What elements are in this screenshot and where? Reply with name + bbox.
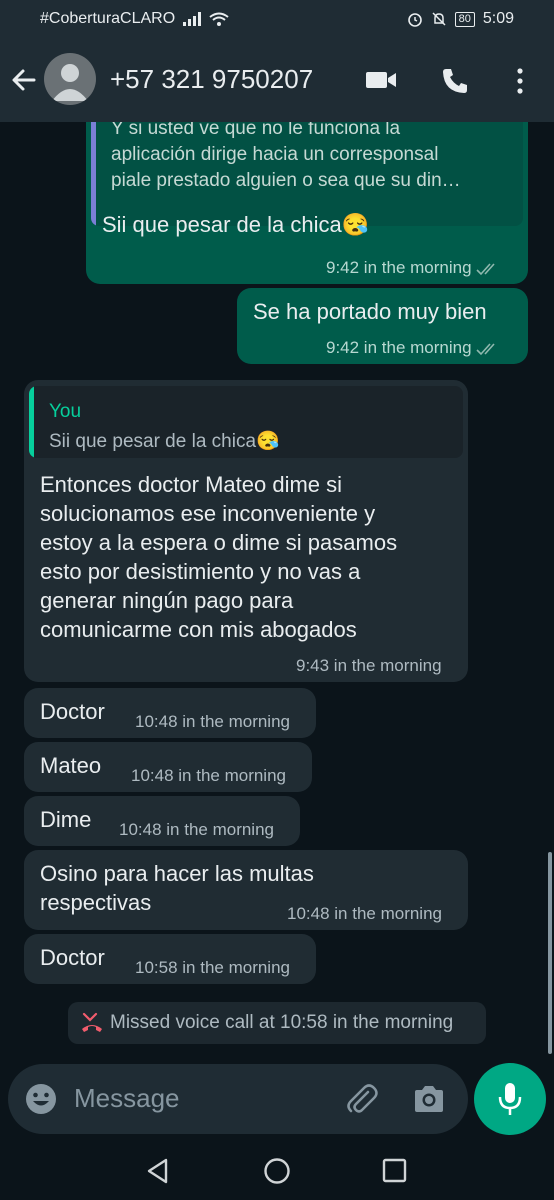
message-bubble-incoming[interactable]: Dime 10:48 in the morning [24, 796, 300, 846]
message-text-line: Osino para hacer las multas [40, 861, 314, 886]
contact-name[interactable]: +57 321 9750207 [110, 64, 313, 95]
message-text-line: comunicarme con mis abogados [40, 617, 357, 642]
message-time: 9:42 in the morning [326, 338, 500, 358]
home-nav-icon[interactable] [263, 1157, 291, 1185]
message-time: 10:58 in the morning [135, 958, 290, 977]
status-right: 80 5:09 [407, 10, 514, 28]
camera-icon[interactable] [412, 1084, 446, 1114]
quoted-message[interactable]: You Sii que pesar de la chica😪 [29, 386, 463, 458]
phone-icon[interactable] [440, 66, 470, 96]
message-text: Mateo [40, 753, 102, 778]
missed-call-text: Missed voice call at 10:58 in the mornin… [110, 1012, 454, 1033]
message-text: Sii que pesar de la chica😪 [102, 210, 369, 239]
quoted-text-line: Y si usted ve que no le funciona la [111, 122, 401, 139]
mic-button[interactable] [474, 1063, 546, 1135]
emoji-sleepy: 😪 [341, 212, 370, 237]
message-text-line: esto por desistimiento y no vas a [40, 559, 361, 584]
message-time: 9:43 in the morning [296, 656, 442, 675]
quote-author: You [49, 401, 82, 422]
quoted-text-content: Sii que pesar de la chica [49, 431, 257, 452]
message-bubble-incoming[interactable]: Doctor 10:48 in the morning [24, 688, 316, 738]
wifi-icon [209, 12, 229, 26]
alarm-icon [407, 13, 422, 27]
message-text: Doctor [40, 699, 105, 724]
message-bubble-outgoing[interactable]: Y si usted ve que no le funciona la apli… [86, 122, 528, 284]
quote-accent-bar [29, 386, 34, 458]
message-time: 10:48 in the morning [135, 712, 290, 731]
message-input[interactable]: Message [74, 1083, 180, 1114]
carrier-label: #CoberturaCLARO [40, 10, 176, 27]
message-bubble-incoming[interactable]: Mateo 10:48 in the morning [24, 742, 312, 792]
message-time: 10:48 in the morning [131, 766, 286, 785]
mic-icon [498, 1083, 522, 1115]
message-bubble-incoming[interactable]: Osino para hacer las multas respectivas … [24, 850, 468, 930]
back-arrow-icon[interactable] [10, 66, 38, 94]
message-bubble-incoming[interactable]: Doctor 10:58 in the morning [24, 934, 316, 984]
attach-icon[interactable] [344, 1082, 378, 1116]
read-ticks-icon [476, 342, 495, 355]
avatar-icon [52, 64, 88, 101]
message-input-container[interactable]: Message [8, 1064, 468, 1134]
message-text-line: solucionamos ese inconveniente y [40, 501, 376, 526]
chat-area[interactable]: Y si usted ve que no le funciona la apli… [0, 122, 554, 1060]
clock: 5:09 [482, 10, 514, 27]
video-call-icon[interactable] [364, 66, 398, 94]
chat-header: +57 321 9750207 [0, 40, 554, 122]
message-time: 9:42 in the morning [326, 258, 500, 278]
message-text: Dime [40, 807, 92, 832]
emoji-sleepy: 😪 [256, 431, 280, 452]
quote-accent-bar [91, 122, 96, 226]
mute-bell-icon [432, 12, 446, 26]
back-nav-icon[interactable] [146, 1158, 170, 1184]
more-vert-icon[interactable] [512, 66, 528, 96]
quoted-text-line: aplicación dirige hacia un corresponsal [111, 144, 439, 165]
status-left: #CoberturaCLARO [40, 10, 229, 28]
input-bar: Message [0, 1060, 554, 1140]
missed-call-icon [82, 1012, 102, 1032]
message-text: Doctor [40, 945, 105, 970]
avatar[interactable] [44, 53, 96, 105]
scrollbar[interactable] [548, 852, 552, 1054]
system-nav-bar [0, 1140, 554, 1200]
message-time: 10:48 in the morning [119, 820, 274, 839]
missed-call-notice[interactable]: Missed voice call at 10:58 in the mornin… [68, 1002, 486, 1044]
emoji-icon[interactable] [24, 1082, 58, 1116]
message-bubble-incoming[interactable]: You Sii que pesar de la chica😪 Entonces … [24, 380, 468, 682]
message-text-line: respectivas [40, 890, 152, 915]
message-text-line: Entonces doctor Mateo dime si [40, 472, 343, 497]
signal-icon [183, 12, 202, 26]
message-text-line: generar ningún pago para [40, 588, 294, 613]
status-bar: #CoberturaCLARO 80 5:09 [0, 0, 554, 40]
time-label: 9:42 in the morning [326, 258, 472, 277]
message-text-line: estoy a la espera o dime si pasamos [40, 530, 398, 555]
battery-level: 80 [454, 11, 475, 27]
quoted-text: Sii que pesar de la chica😪 [49, 430, 280, 454]
recents-nav-icon[interactable] [382, 1158, 408, 1184]
quoted-text-line: piale prestado alguien o sea que su din… [111, 170, 461, 191]
time-label: 9:42 in the morning [326, 338, 472, 357]
read-ticks-icon [476, 262, 495, 275]
message-text-content: Sii que pesar de la chica [102, 212, 342, 237]
message-time: 10:48 in the morning [287, 904, 442, 923]
message-bubble-outgoing[interactable]: Se ha portado muy bien 9:42 in the morni… [237, 288, 528, 364]
message-text: Se ha portado muy bien [253, 299, 487, 324]
